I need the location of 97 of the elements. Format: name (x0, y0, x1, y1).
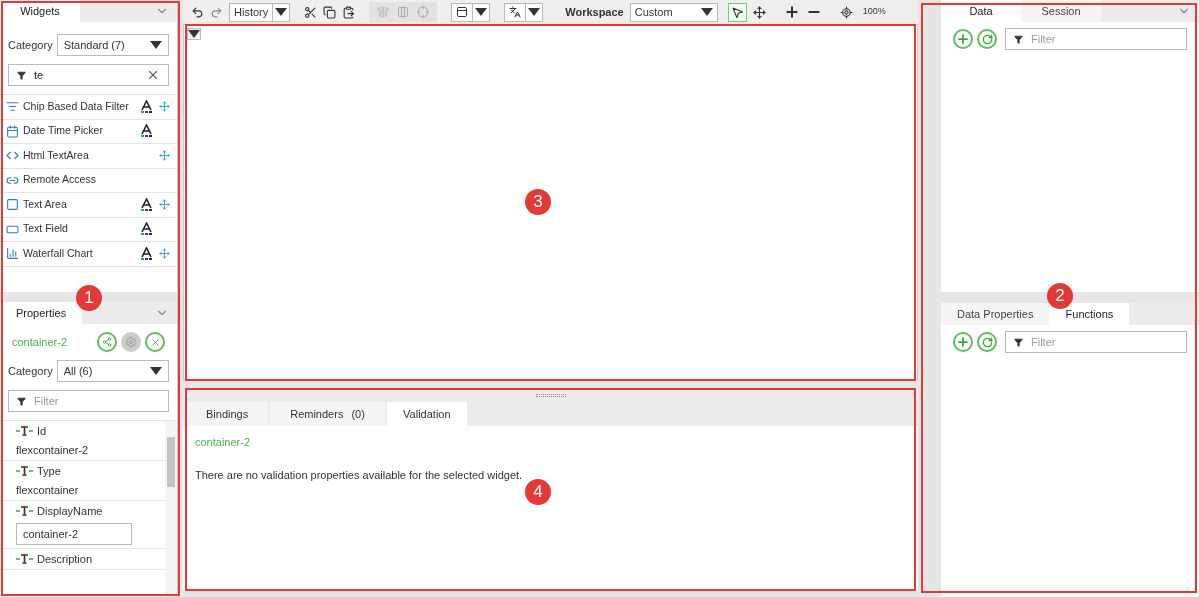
share-button[interactable] (97, 332, 117, 352)
tab[interactable]: Session (1021, 0, 1101, 22)
layout-icon (456, 6, 469, 18)
tab[interactable]: Reminders (0) (270, 402, 385, 426)
widget-list-item[interactable]: Text Field (0, 217, 177, 242)
widget-list-item[interactable]: Chip Based Data Filter (0, 95, 177, 120)
refresh-button[interactable] (977, 29, 997, 49)
caret-icon (700, 8, 713, 16)
widget-list-item[interactable]: Text Area (0, 193, 177, 218)
text-type-icon (16, 426, 33, 436)
widget-list-item[interactable]: Remote Access (0, 168, 177, 193)
widget-list-item[interactable]: Html TextArea (0, 144, 177, 169)
add-button[interactable] (953, 29, 973, 49)
category-dropdown[interactable]: All (6) (56, 360, 169, 382)
workspace-dropdown[interactable]: Custom (629, 2, 718, 22)
share-icon (102, 337, 112, 347)
filter-field[interactable]: te (8, 64, 169, 86)
add-icon (956, 32, 970, 46)
tab[interactable]: Bindings (186, 402, 269, 426)
move-icon (158, 150, 170, 162)
tab[interactable]: Data Properties (941, 303, 1050, 325)
widget-name: container-2 (194, 435, 252, 450)
tab[interactable]: Data (941, 0, 1021, 22)
refresh-icon (981, 33, 993, 45)
text-type-icon (16, 554, 33, 564)
property-label: DisplayName (37, 504, 103, 518)
style-icon (139, 99, 153, 113)
scrollbar[interactable] (165, 421, 177, 597)
filter-icon (1014, 337, 1023, 347)
settings-button[interactable] (121, 332, 141, 352)
filter-icon (17, 396, 26, 406)
property-label: Description (37, 552, 93, 566)
display-name-field[interactable]: container-2 (16, 523, 132, 545)
fit-icon[interactable] (839, 5, 853, 19)
filter-icon (1014, 34, 1023, 44)
category-label: Category (8, 363, 53, 379)
filter-list-icon (6, 100, 19, 114)
tab[interactable]: Functions (1049, 303, 1130, 325)
property-value: flexcontainer (16, 483, 80, 497)
text-area-icon (6, 198, 19, 212)
splitter-handle[interactable] (535, 393, 566, 397)
align-icon[interactable] (377, 6, 390, 18)
close-button[interactable] (145, 332, 165, 352)
style-icon (139, 124, 153, 138)
cut-icon[interactable] (304, 5, 318, 19)
add-icon (956, 335, 970, 349)
copy-icon[interactable] (323, 5, 337, 19)
caret-icon (150, 367, 162, 375)
zoom-in-icon[interactable] (783, 4, 800, 20)
workspace-label: Workspace (565, 4, 624, 20)
caret-icon (188, 30, 200, 38)
add-button[interactable] (953, 332, 973, 352)
canvas-menu-button[interactable] (187, 28, 201, 40)
redo-icon[interactable] (210, 5, 223, 19)
text-type-icon (16, 466, 33, 476)
move-icon (158, 101, 170, 113)
pan-icon[interactable] (752, 5, 766, 19)
style-icon (139, 246, 153, 260)
layout-dropdown[interactable] (451, 2, 491, 22)
close-icon (149, 336, 161, 348)
property-label: Type (37, 464, 61, 478)
caret-icon (528, 8, 541, 16)
history-dropdown[interactable]: History (229, 2, 291, 22)
filter-icon (17, 70, 26, 80)
select-tool-button[interactable] (727, 2, 747, 22)
style-icon (139, 222, 153, 236)
text-type-icon (16, 506, 33, 516)
center-icon[interactable] (417, 6, 430, 18)
distribute-icon[interactable] (397, 6, 410, 18)
category-label: Category (8, 37, 53, 53)
tab[interactable]: Validation (386, 402, 467, 426)
widget-list-item[interactable]: Waterfall Chart (0, 242, 177, 267)
style-icon (139, 197, 153, 211)
category-dropdown[interactable]: Standard (7) (56, 34, 169, 56)
tab[interactable]: Properties (0, 302, 83, 324)
caret-icon (275, 8, 288, 16)
caret-icon (475, 8, 488, 16)
zoom-level: 100% (862, 5, 886, 19)
paste-icon[interactable] (342, 5, 356, 19)
caret-icon (150, 41, 162, 49)
property-label: Id (37, 424, 47, 438)
property-value: flexcontainer-2 (16, 443, 90, 457)
move-icon (158, 199, 170, 211)
clear-icon[interactable] (146, 68, 160, 82)
widget-name: container-2 (12, 334, 68, 350)
move-icon (158, 248, 170, 260)
bar-chart-icon (6, 247, 19, 261)
settings-icon (125, 336, 137, 348)
language-dropdown[interactable] (504, 2, 544, 22)
pointer-icon (730, 5, 744, 19)
language-icon (509, 6, 522, 18)
validation-message: There are no validation properties available for the selected widget. (194, 467, 524, 483)
refresh-button[interactable] (977, 332, 997, 352)
calendar-icon (6, 124, 19, 138)
widget-list-item[interactable]: Date Time Picker (0, 119, 177, 144)
refresh-icon (981, 336, 993, 348)
undo-icon[interactable] (191, 5, 204, 19)
